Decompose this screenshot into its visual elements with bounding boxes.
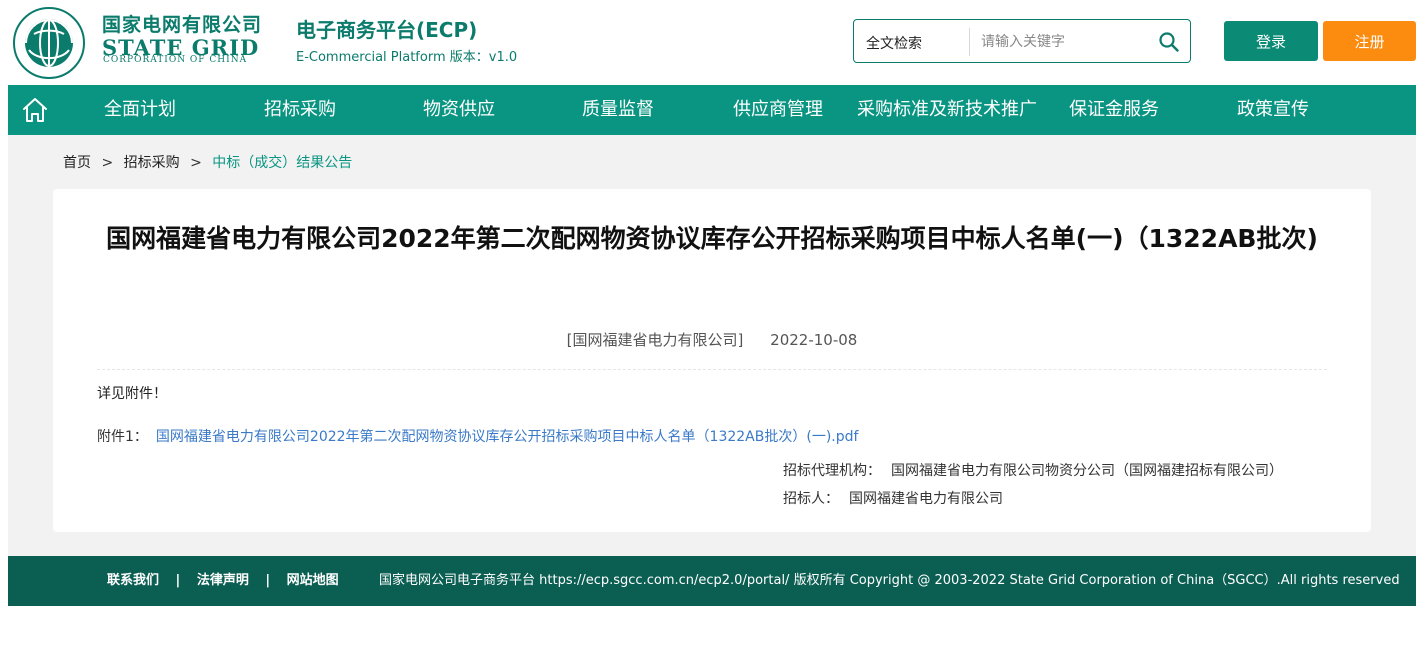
search-box: 全文检索 — [853, 19, 1191, 63]
footer-separator: | — [265, 573, 271, 588]
breadcrumb-current[interactable]: 中标（成交）结果公告 — [212, 155, 352, 171]
agent-row: 招标代理机构： 国网福建省电力有限公司物资分公司（国网福建招标有限公司） — [783, 460, 1283, 480]
nav-item-policy-publicity[interactable]: 政策宣传 — [1237, 85, 1309, 135]
search-input[interactable] — [981, 28, 1151, 56]
state-grid-logo-icon[interactable] — [12, 6, 86, 80]
article-date: 2022-10-08 — [770, 331, 858, 349]
article-publisher: [国网福建省电力有限公司] — [566, 331, 744, 349]
nav-item-quality-supervision[interactable]: 质量监督 — [582, 85, 654, 135]
attachment-link[interactable]: 国网福建省电力有限公司2022年第二次配网物资协议库存公开招标采购项目中标人名单… — [156, 429, 859, 445]
brand-name-cn: 国家电网有限公司 — [102, 14, 263, 36]
home-icon[interactable] — [20, 95, 50, 125]
nav-item-procurement-standards[interactable]: 采购标准及新技术推广 — [857, 85, 1037, 135]
nav-item-tender-procurement[interactable]: 招标采购 — [264, 85, 336, 135]
footer-link-sitemap[interactable]: 网站地图 — [287, 573, 339, 588]
brand-name-en-sub: CORPORATION OF CHINA — [103, 55, 248, 65]
search-divider — [969, 28, 970, 56]
tenderer-value: 国网福建省电力有限公司 — [849, 491, 1003, 507]
footer-link-contact[interactable]: 联系我们 — [107, 573, 159, 588]
breadcrumb: 首页 > 招标采购 > 中标（成交）结果公告 — [63, 152, 352, 172]
breadcrumb-separator: > — [190, 155, 202, 171]
attachment-label: 附件1： — [97, 429, 148, 445]
footer-links: 联系我们 | 法律声明 | 网站地图 — [107, 556, 339, 606]
attachment-row: 附件1： 国网福建省电力有限公司2022年第二次配网物资协议库存公开招标采购项目中… — [97, 426, 858, 446]
breadcrumb-home[interactable]: 首页 — [63, 155, 91, 171]
footer-copyright: 国家电网公司电子商务平台 https://ecp.sgcc.com.cn/ecp… — [379, 573, 1400, 588]
platform-subtitle: E-Commercial Platform 版本：v1.0 — [296, 50, 518, 65]
nav-item-supplier-management[interactable]: 供应商管理 — [733, 85, 823, 135]
agent-value: 国网福建省电力有限公司物资分公司（国网福建招标有限公司） — [891, 463, 1283, 479]
platform-title: 电子商务平台(ECP) — [296, 18, 478, 42]
login-button[interactable]: 登录 — [1224, 21, 1318, 61]
breadcrumb-tender-procurement[interactable]: 招标采购 — [124, 155, 180, 171]
article-body: 详见附件！ — [97, 386, 167, 402]
tenderer-row: 招标人： 国网福建省电力有限公司 — [783, 488, 1003, 508]
breadcrumb-separator: > — [101, 155, 114, 171]
search-type-select[interactable]: 全文检索 — [866, 33, 922, 53]
tenderer-label: 招标人： — [783, 491, 839, 507]
footer-link-legal[interactable]: 法律声明 — [197, 573, 249, 588]
footer-separator: | — [175, 573, 181, 588]
agent-label: 招标代理机构： — [783, 463, 881, 479]
register-button[interactable]: 注册 — [1323, 21, 1416, 61]
nav-item-overall-plan[interactable]: 全面计划 — [104, 85, 176, 135]
nav-item-material-supply[interactable]: 物资供应 — [423, 85, 495, 135]
article-meta: [国网福建省电力有限公司] 2022-10-08 — [53, 329, 1371, 350]
header: 国家电网有限公司 STATE GRID CORPORATION OF CHINA… — [0, 0, 1428, 85]
footer: 联系我们 | 法律声明 | 网站地图 国家电网公司电子商务平台 https://… — [8, 556, 1416, 606]
nav-item-deposit-service[interactable]: 保证金服务 — [1069, 85, 1159, 135]
search-icon[interactable] — [1158, 31, 1180, 53]
article-card: 国网福建省电力有限公司2022年第二次配网物资协议库存公开招标采购项目中标人名单… — [53, 189, 1371, 532]
article-title: 国网福建省电力有限公司2022年第二次配网物资协议库存公开招标采购项目中标人名单… — [106, 224, 1318, 253]
divider — [97, 369, 1327, 370]
main-nav: 全面计划 招标采购 物资供应 质量监督 供应商管理 采购标准及新技术推广 保证金… — [8, 85, 1416, 135]
